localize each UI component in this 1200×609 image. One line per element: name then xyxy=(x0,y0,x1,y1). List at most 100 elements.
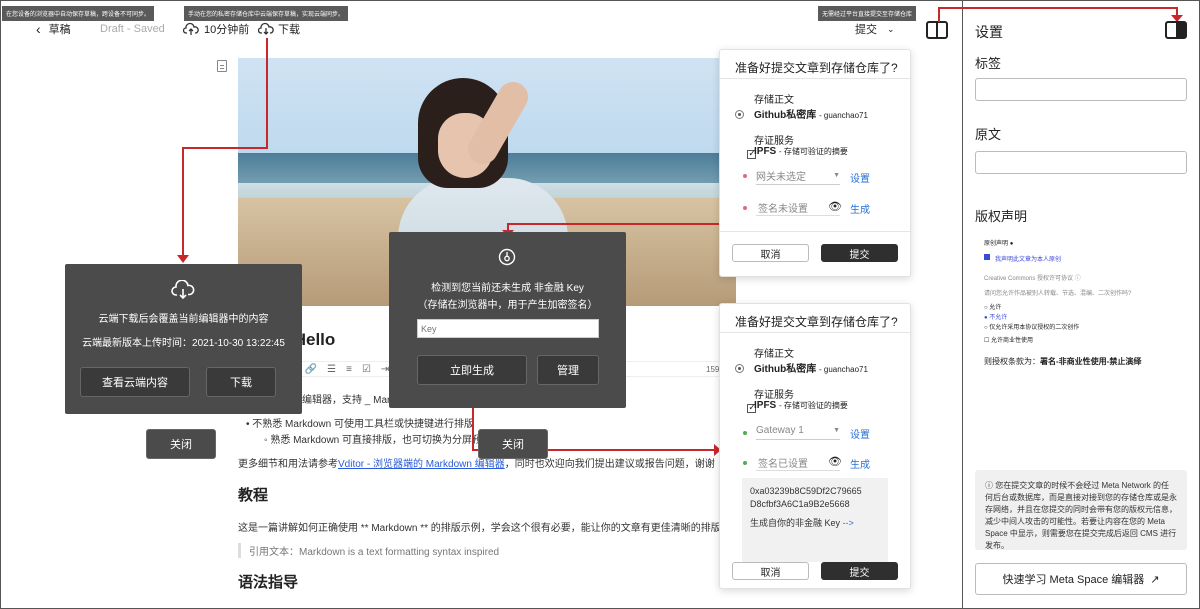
cloud-dialog-close-button[interactable]: 关闭 xyxy=(146,429,216,459)
original-label: 原创声明 ● xyxy=(984,241,1014,247)
service-label: 存证服务 xyxy=(754,136,794,147)
gateway-select[interactable]: 网关未选定 ▼ xyxy=(756,167,840,185)
submit-panel-2: 准备好提交文章到存储仓库了? 存储正文 Github私密库 - guanchao… xyxy=(719,303,911,589)
download-label: 下载 xyxy=(278,24,300,36)
sign-generate-link[interactable]: 生成 xyxy=(850,456,870,471)
original-checkbox[interactable] xyxy=(984,254,990,260)
submit-panel-1: 准备好提交文章到存储仓库了? 存储正文 Github私密库 - guanchao… xyxy=(719,49,911,277)
key-address-line1: 0xa03239b8C59Df2C79665 xyxy=(750,486,862,496)
panel2-submit-button[interactable]: 提交 xyxy=(821,562,898,580)
manage-key-button[interactable]: 管理 xyxy=(537,355,599,385)
cc-question: 请问您允许作品被别人转载、节选、混编、二次创作吗? xyxy=(984,291,1132,297)
status-dot xyxy=(743,461,747,465)
toolbar-count: 159 xyxy=(706,365,720,374)
chevron-down-icon: ⌄ xyxy=(887,23,895,34)
key-input[interactable] xyxy=(417,319,599,338)
option-share[interactable]: ○ 仅允许采用本协议授权的二次创作 xyxy=(984,322,1079,331)
source-label: 原文 xyxy=(975,127,1002,142)
storage-radio[interactable] xyxy=(735,110,744,119)
key-arrow-link[interactable]: --> xyxy=(843,518,854,528)
key-dialog-line1: 检测到您当前还未生成 非金融 Key xyxy=(431,283,584,294)
external-link-icon: ↗ xyxy=(1150,573,1160,586)
key-dialog-close-button[interactable]: 关闭 xyxy=(478,429,548,459)
field-underline xyxy=(756,470,840,471)
eye-icon[interactable]: 👁 xyxy=(828,200,842,213)
status-dot xyxy=(743,431,747,435)
vditor-link[interactable]: Vditor - 浏览器端的 Markdown 编辑器 xyxy=(338,459,505,470)
info-box: ⓘ 您在提交文章的时候不会经过 Meta Network 的任何后台或数据库，而… xyxy=(975,470,1187,550)
key-dialog-line2: （存储在浏览器中，用于产生加密签名） xyxy=(417,300,598,311)
back-link[interactable]: ‹ 草稿 xyxy=(36,18,71,40)
panel-separator xyxy=(720,332,910,333)
toggle-sidebar-icon[interactable] xyxy=(926,21,948,39)
option-deny[interactable]: ● 不允许 xyxy=(984,312,1007,321)
view-cloud-button[interactable]: 查看云端内容 xyxy=(80,367,190,397)
tutorial-text: 这是一篇讲解如何正确使用 ** Markdown ** 的排版示例，学会这个很有… xyxy=(238,523,721,534)
cloud-upload-button[interactable]: 10分钟前 xyxy=(183,18,249,40)
draft-status: Draft - Saved xyxy=(100,23,165,35)
caret-down-icon: ▼ xyxy=(833,172,840,179)
learn-editor-button[interactable]: 快速学习 Meta Space 编辑器 ↗ xyxy=(975,563,1187,595)
license-line: 则授权条款为：署名-非商业性使用-禁止演绎 xyxy=(984,357,1142,366)
panel1-submit-button[interactable]: 提交 xyxy=(821,244,898,262)
sign-generate-link[interactable]: 生成 xyxy=(850,201,870,216)
chevron-left-icon: ‹ xyxy=(36,21,41,37)
heading-syntax: 语法指导 xyxy=(238,574,299,591)
status-dot xyxy=(743,206,747,210)
submit-panel-title: 准备好提交文章到存储仓库了? xyxy=(735,315,898,329)
storage-label: 存储正文 xyxy=(754,349,794,360)
help-icon: ● xyxy=(1009,241,1014,247)
cloud-upload-icon xyxy=(183,22,199,35)
article-bullet2: ◦ 熟悉 Markdown 可直接排版，也可切换为分屏预览 xyxy=(264,435,493,446)
checklist-icon[interactable]: ☑ xyxy=(362,364,371,375)
key-info-box: 0xa03239b8C59Df2C79665 D8cfbf3A6C1a9B2e5… xyxy=(742,478,888,562)
sign-status: 签名已设置 xyxy=(758,459,808,470)
cloud-download-icon xyxy=(171,280,195,300)
panel-separator xyxy=(720,78,910,79)
download-button[interactable]: 下载 xyxy=(258,18,300,40)
info-icon: ⓘ xyxy=(985,481,993,490)
storage-radio[interactable] xyxy=(735,364,744,373)
list-icon[interactable]: ☰ xyxy=(327,364,336,375)
option-commercial[interactable]: ☐ 允许商业性使用 xyxy=(984,335,1033,344)
option-allow[interactable]: ○ 允许 xyxy=(984,302,1001,311)
annotation-line xyxy=(182,147,184,257)
cloud-download-confirm-button[interactable]: 下载 xyxy=(206,367,276,397)
gateway-select[interactable]: Gateway 1 ▼ xyxy=(756,422,840,440)
eye-icon[interactable]: 👁 xyxy=(828,455,842,468)
document-icon[interactable] xyxy=(217,60,227,72)
copyright-label: 版权声明 xyxy=(975,209,1028,224)
gateway-settings-link[interactable]: 设置 xyxy=(850,426,870,441)
submit-dropdown[interactable]: 提交 ⌄ xyxy=(855,18,895,40)
service-label: 存证服务 xyxy=(754,390,794,401)
sign-status: 签名未设置 xyxy=(758,204,808,215)
tags-input[interactable] xyxy=(975,78,1187,101)
storage-value: Github私密库 - guanchao71 xyxy=(754,364,868,375)
key-icon xyxy=(498,248,516,266)
storage-value: Github私密库 - guanchao71 xyxy=(754,110,868,121)
generate-key-button[interactable]: 立即生成 xyxy=(417,355,527,385)
ordered-list-icon[interactable]: ≡ xyxy=(346,364,352,375)
article-more: 更多细节和用法请参考Vditor - 浏览器端的 Markdown 编辑器，同时… xyxy=(238,459,715,470)
cloud-download-dialog: 云端下载后会覆盖当前编辑器中的内容 云端最新版本上传时间：2021-10-30 … xyxy=(65,264,302,414)
annotation-arrow xyxy=(177,255,189,263)
cloud-download-icon xyxy=(258,22,274,35)
storage-label: 存储正文 xyxy=(754,95,794,106)
submit-label: 提交 xyxy=(855,24,877,36)
source-input[interactable] xyxy=(975,151,1187,174)
sidebar-title: 设置 xyxy=(975,24,1003,40)
toggle-sidebar-active-icon[interactable] xyxy=(1165,21,1187,39)
gateway-settings-link[interactable]: 设置 xyxy=(850,170,870,185)
panel1-cancel-button[interactable]: 取消 xyxy=(732,244,809,262)
article-bullet1: • 不熟悉 Markdown 可使用工具栏或快捷键进行排版 xyxy=(246,419,474,430)
key-address-line2: D8cfbf3A6C1a9B2e5668 xyxy=(750,499,850,509)
field-underline xyxy=(756,215,840,216)
annotation-line xyxy=(938,7,1178,9)
link-icon[interactable]: 🔗 xyxy=(305,364,317,375)
cloud-time: 10分钟前 xyxy=(204,24,250,36)
caret-down-icon: ▼ xyxy=(833,427,840,434)
cloud-dialog-line2: 云端最新版本上传时间：2021-10-30 13:22:45 xyxy=(82,338,285,349)
back-label: 草稿 xyxy=(48,24,71,36)
panel2-cancel-button[interactable]: 取消 xyxy=(732,562,809,580)
panel-separator xyxy=(720,231,910,232)
